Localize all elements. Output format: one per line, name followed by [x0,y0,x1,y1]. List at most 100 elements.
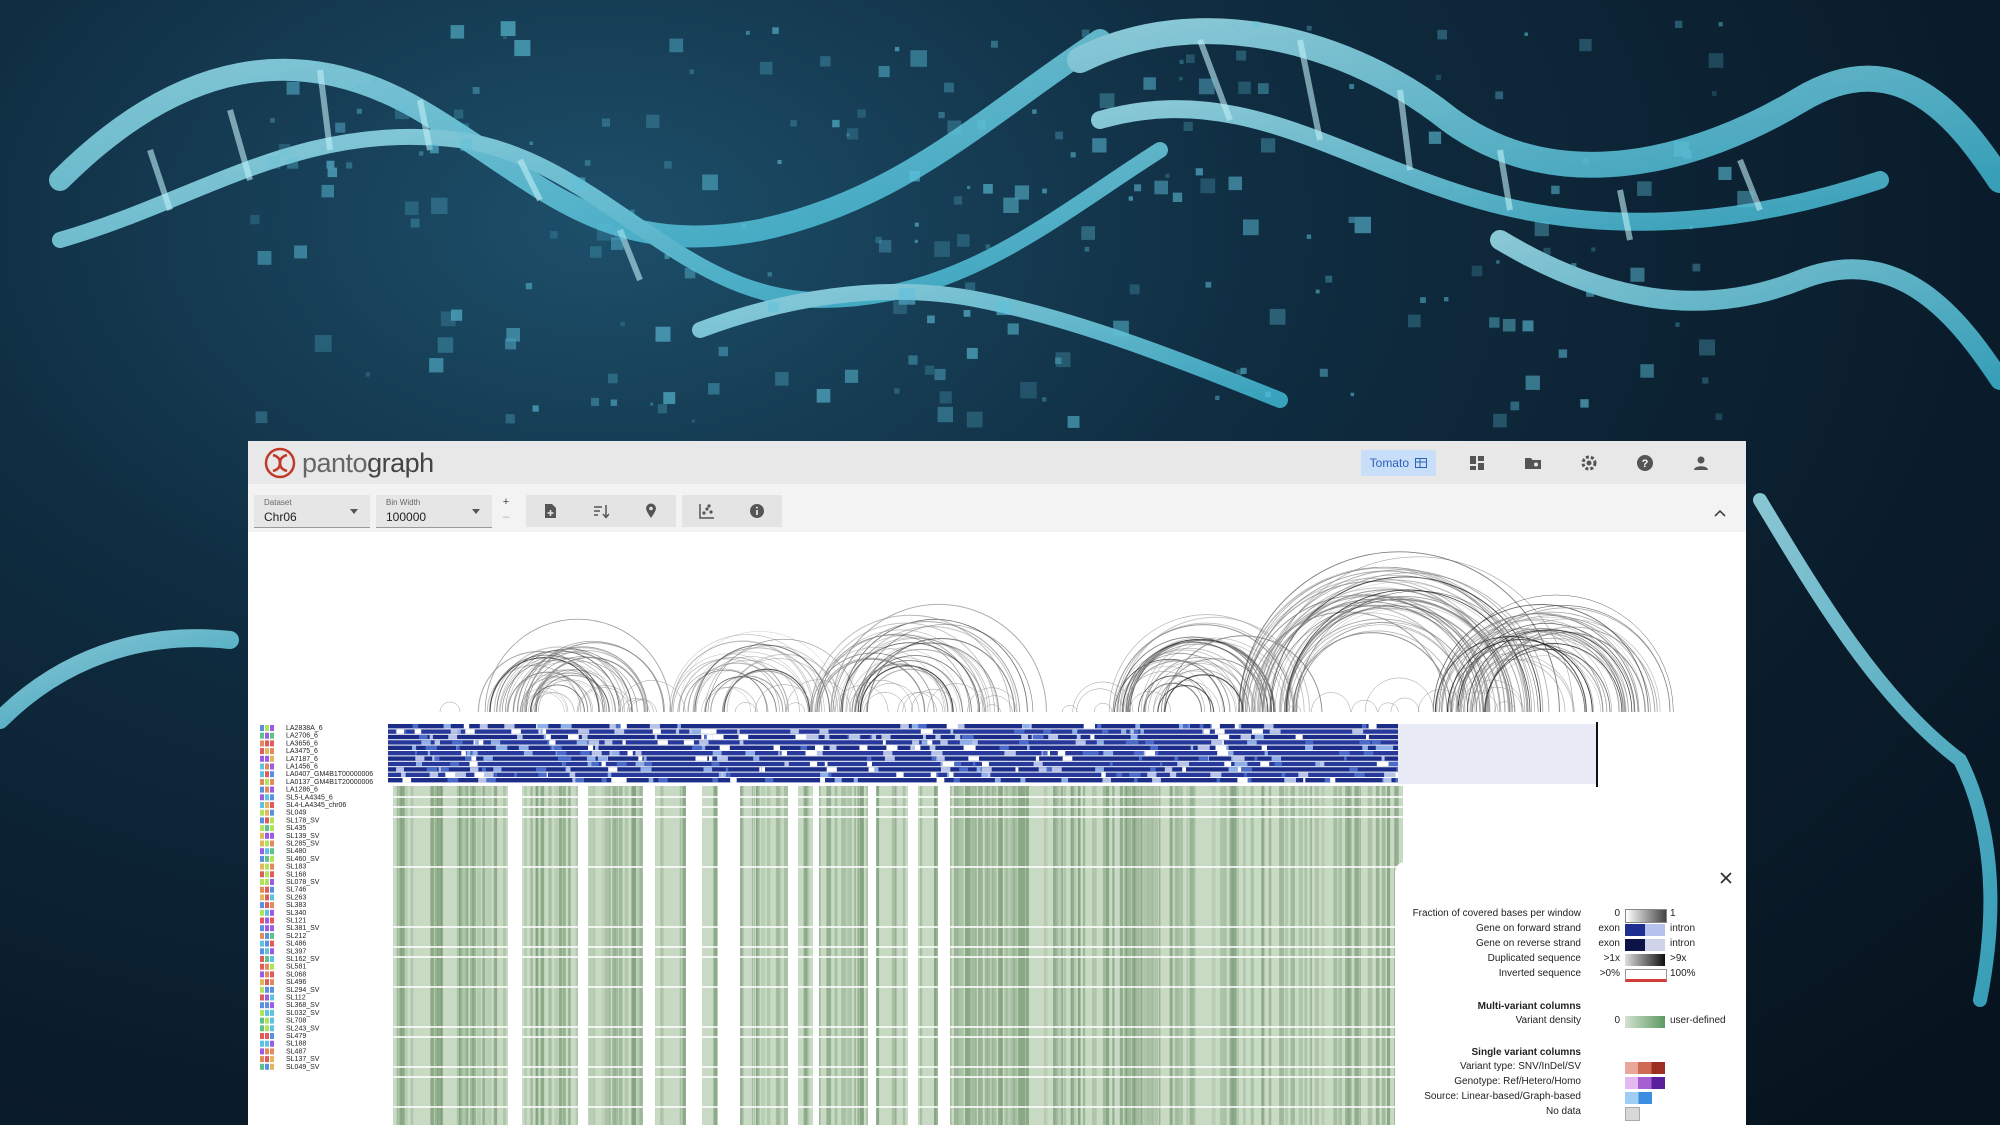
pixel-square [1350,392,1355,397]
accession-color-swatch [265,917,269,924]
gene-segment [931,751,943,756]
pixel-square [991,40,998,48]
accession-color-swatch [265,894,269,901]
gene-segment [622,740,626,745]
pixel-square [1673,141,1690,157]
increase-button[interactable]: + [496,495,516,510]
pixel-square [506,328,520,342]
legend-max: intron [1670,938,1696,949]
variant-column [1149,786,1152,1125]
gene-segment [1038,767,1047,772]
accession-label: SL486 [286,941,306,948]
gene-segment [1199,724,1204,729]
variant-column [1387,786,1391,1125]
gene-segment [616,761,627,767]
add-file-button[interactable] [526,495,576,527]
gene-segment [470,767,479,772]
accession-color-swatch [270,848,274,855]
gene-segment [597,756,608,761]
location-button[interactable] [626,495,676,527]
dataset-select[interactable]: Dataset Chr06 [254,495,370,528]
close-icon[interactable] [1718,870,1734,886]
pixel-square [431,197,448,215]
pixel-square [608,373,618,384]
variant-column [753,786,755,1125]
pixel-square [1579,38,1592,52]
accession-color-swatch [260,725,264,731]
accession-color-swatch [260,932,264,939]
add-file-icon [545,504,556,518]
gene-segment [1145,751,1155,756]
pixel-square [1692,263,1701,272]
legend-row-reverse: Gene on reverse strand exon intron [1395,938,1746,952]
settings-button[interactable] [1574,448,1604,478]
pixel-square [1265,391,1271,398]
coverage-swatch [1625,909,1667,923]
accession-label: LA0137_GM4B1T20000006 [286,779,373,786]
pixel-square [894,46,900,52]
decrease-button[interactable]: – [496,510,516,525]
gene-segment [994,778,1001,783]
gene-segment [1076,734,1081,740]
gene-segment [701,745,706,750]
chevron-down-icon [472,509,480,514]
scatter-chart-button[interactable] [682,495,732,527]
ribbon-row [388,751,1398,756]
variant-column [396,786,398,1125]
gene-segment [652,729,661,734]
gene-segment [1330,778,1336,783]
accession-color-swatch [265,963,269,970]
link-arc [477,650,600,713]
accession-color-swatch [270,809,274,816]
help-button[interactable]: ? [1630,448,1660,478]
account-button[interactable] [1686,448,1716,478]
accession-color-swatch [260,763,264,770]
sort-button[interactable] [576,495,626,527]
gene-segment [1237,778,1248,783]
info-button[interactable] [732,495,782,527]
accession-label: LA0407_GM4B1T00000006 [286,771,373,778]
app-logo[interactable]: pantograph [264,447,434,479]
gene-segment [936,778,945,783]
pixel-square [1428,131,1442,144]
variant-column [1103,786,1108,1125]
pixel-square [1675,20,1683,29]
pixel-square [1020,381,1037,399]
variant-column [1189,786,1192,1125]
pixel-square [596,223,614,241]
variant-column [1112,786,1115,1125]
gene-segment [1027,745,1030,750]
gene-segment [848,734,860,740]
gene-segment [1320,761,1325,767]
gene-segment [469,761,478,767]
gene-segment [784,761,789,767]
binwidth-select[interactable]: Bin Width 100000 [376,495,492,528]
accession-color-swatch [260,809,264,816]
accession-color-swatch [270,863,274,870]
pixel-square [1444,297,1449,302]
link-arc [710,675,784,713]
collapse-toolbar-button[interactable] [1714,504,1726,522]
variant-column [919,786,923,1125]
gene-segment [1264,751,1268,756]
folder-button[interactable] [1518,448,1548,478]
legend-label: Variant density [1515,1015,1581,1026]
accession-color-swatch [260,748,264,755]
gene-segment [425,745,437,750]
pixel-square [1143,77,1156,90]
accession-color-swatch [270,1025,274,1032]
species-button[interactable]: Tomato [1360,450,1436,476]
accession-color-swatch [260,879,264,885]
accession-color-swatch [260,786,264,793]
gene-segment [1022,724,1030,729]
gene-segment [1095,767,1104,772]
legend-max: user-defined [1670,1015,1726,1026]
gene-segment [457,729,461,734]
variant-column [1013,786,1018,1125]
gene-segment [1261,745,1267,750]
accession-color-swatch [265,763,269,770]
dashboard-button[interactable] [1462,448,1492,478]
pixel-square [1179,77,1183,81]
pixel-square [1236,50,1247,61]
gene-segment [927,740,933,745]
